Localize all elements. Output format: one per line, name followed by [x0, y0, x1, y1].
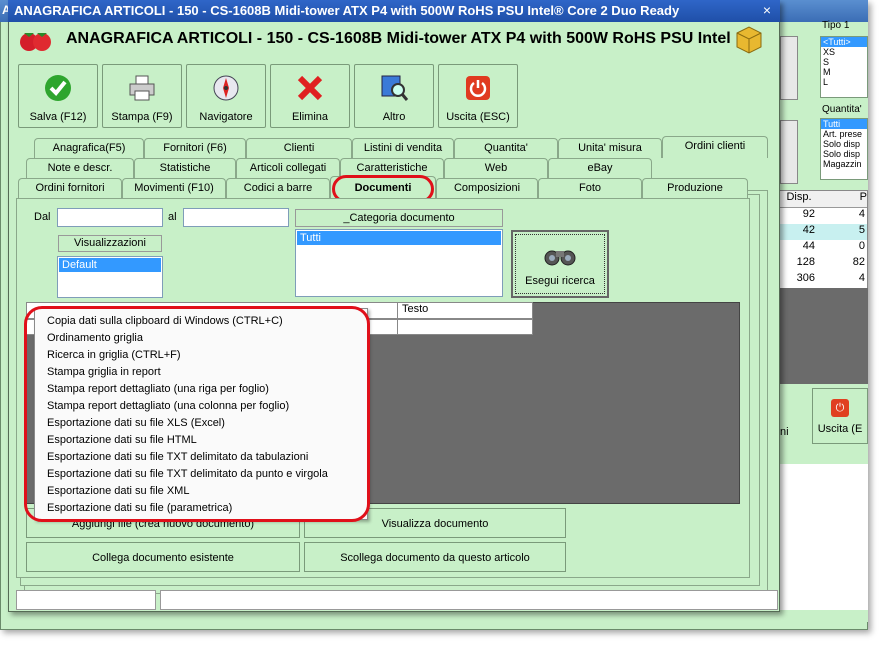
tipo-item[interactable]: S [821, 57, 867, 67]
tab-ordini-clienti[interactable]: Ordini clienti [662, 136, 768, 158]
footer-image-box [16, 590, 156, 610]
tab-ebay[interactable]: eBay [548, 158, 652, 178]
delete-label: Elimina [291, 111, 329, 123]
delete-button[interactable]: Elimina [270, 64, 350, 128]
grid-cell: 306 [796, 272, 815, 284]
box-icon [734, 24, 764, 57]
page-title: ANAGRAFICA ARTICOLI - 150 - CS-1608B Mid… [66, 30, 731, 47]
tab-note[interactable]: Note e descr. [26, 158, 134, 178]
tab-listini[interactable]: Listini di vendita [352, 138, 454, 158]
quantita-scrollbar[interactable] [780, 120, 798, 184]
printer-icon [129, 75, 155, 101]
quantita-item[interactable]: Art. prese [821, 129, 867, 139]
exit-button[interactable]: Uscita (ESC) [438, 64, 518, 128]
background-dark-area [778, 288, 868, 384]
tab-foto[interactable]: Foto [538, 178, 642, 198]
category-item[interactable]: Tutti [297, 231, 501, 245]
power-icon: ⏻ [831, 399, 849, 417]
to-date-input[interactable] [183, 208, 289, 227]
magnifier-icon [381, 75, 409, 101]
grid-cell: 44 [802, 240, 815, 252]
search-label: Esegui ricerca [525, 275, 595, 287]
grid-cell: 5 [858, 224, 865, 236]
grid-cell: 128 [796, 256, 815, 268]
quantita-label: Quantita' [822, 104, 862, 115]
strawberry-icon [18, 28, 54, 55]
grid-divider [397, 320, 398, 334]
print-label: Stampa (F9) [111, 111, 173, 123]
category-list[interactable]: Tutti [295, 229, 503, 297]
save-button[interactable]: Salva (F12) [18, 64, 98, 128]
background-partial-label: ni [780, 426, 789, 438]
tipo-scrollbar[interactable] [780, 36, 798, 100]
grid-cell: 0 [858, 240, 865, 252]
grid-cell: 92 [802, 208, 815, 220]
grid-cell: 42 [802, 224, 815, 236]
background-grid[interactable]: Disp. P 92 4 42 5 44 0 128 82 306 4 [778, 190, 868, 290]
grid-cell: 4 [858, 208, 865, 220]
tipo-label: Tipo 1 [822, 20, 850, 31]
tab-movimenti[interactable]: Movimenti (F10) [122, 178, 226, 198]
views-item[interactable]: Default [59, 258, 161, 272]
quantita-item[interactable]: Solo disp [821, 139, 867, 149]
text-column-header[interactable]: Testo [397, 303, 533, 318]
close-icon[interactable]: × [758, 2, 776, 19]
from-date-input[interactable] [57, 208, 163, 227]
other-label: Altro [382, 111, 406, 123]
link-document-button[interactable]: Collega documento esistente [26, 542, 300, 572]
quantita-item[interactable]: Magazzin [821, 159, 867, 169]
unlink-document-button[interactable]: Scollega documento da questo articolo [304, 542, 566, 572]
quantita-list[interactable]: Tutti Art. prese Solo disp Solo disp Mag… [820, 118, 868, 180]
tab-articoli-collegati[interactable]: Articoli collegati [236, 158, 340, 178]
quantita-item[interactable]: Solo disp [821, 149, 867, 159]
background-exit-label: Uscita (E [817, 423, 863, 435]
navigator-button[interactable]: Navigatore [186, 64, 266, 128]
compass-icon [213, 75, 239, 101]
to-label: al [168, 211, 177, 223]
views-list[interactable]: Default [57, 256, 163, 298]
tipo-list[interactable]: <Tutti> XS S M L [820, 36, 868, 98]
tab-fornitori[interactable]: Fornitori (F6) [144, 138, 246, 158]
exit-label: Uscita (ESC) [446, 111, 510, 123]
grid-cell: 4 [858, 272, 865, 284]
other-button[interactable]: Altro [354, 64, 434, 128]
tab-codici-barre[interactable]: Codici a barre [226, 178, 330, 198]
tab-web[interactable]: Web [444, 158, 548, 178]
tipo-item[interactable]: L [821, 77, 867, 87]
binoculars-icon [544, 250, 576, 266]
background-exit-button[interactable]: ⏻ Uscita (E [812, 388, 868, 444]
background-white-area [778, 464, 868, 610]
background-bottom-bar: ⏻ Uscita (E ni [778, 384, 868, 464]
print-button[interactable]: Stampa (F9) [102, 64, 182, 128]
navigator-label: Navigatore [199, 111, 253, 123]
views-label: Visualizzazioni [58, 235, 162, 252]
grid-header-p: P [859, 191, 867, 203]
grid-cell: 82 [852, 256, 865, 268]
category-label: _Categoria documento [295, 209, 503, 227]
tab-statistiche[interactable]: Statistiche [134, 158, 236, 178]
tab-ordini-fornitori[interactable]: Ordini fornitori [18, 178, 122, 198]
tipo-item[interactable]: <Tutti> [821, 37, 867, 47]
quantita-item[interactable]: Tutti [821, 119, 867, 129]
search-button[interactable]: Esegui ricerca [511, 230, 609, 298]
tab-composizioni[interactable]: Composizioni [436, 178, 538, 198]
checkmark-icon [45, 75, 71, 101]
tab-quantita[interactable]: Quantita' [454, 138, 558, 158]
highlight-ring [24, 306, 370, 522]
grid-header-disp: Disp. [786, 191, 812, 203]
dialog-title-bar: ANAGRAFICA ARTICOLI - 150 - CS-1608B Mid… [8, 0, 780, 22]
save-label: Salva (F12) [29, 111, 87, 123]
from-label: Dal [34, 211, 51, 223]
delete-x-icon [297, 75, 323, 101]
power-icon [466, 76, 490, 100]
tab-anagrafica[interactable]: Anagrafica(F5) [34, 138, 144, 158]
tipo-item[interactable]: XS [821, 47, 867, 57]
footer-panel [160, 590, 778, 610]
tipo-item[interactable]: M [821, 67, 867, 77]
tab-unita-misura[interactable]: Unita' misura [558, 138, 662, 158]
tab-produzione[interactable]: Produzione [642, 178, 748, 198]
tab-clienti[interactable]: Clienti [246, 138, 352, 158]
